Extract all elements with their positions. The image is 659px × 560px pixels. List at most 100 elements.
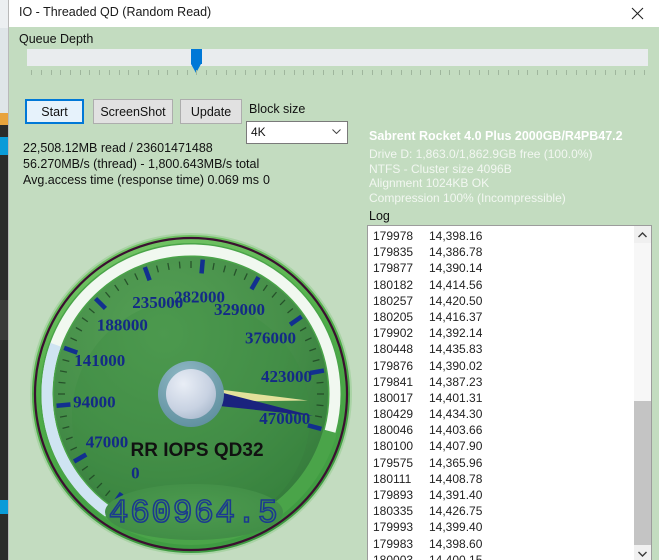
log-row-value: 14,399.40 [429, 519, 482, 535]
log-row-iops: 180046 [373, 422, 429, 438]
log-row-value: 14,400.15 [429, 552, 482, 560]
client-area: Queue Depth Start ScreenShot Update Bloc… [9, 27, 659, 560]
log-row[interactable]: 17989314,391.40 [368, 487, 633, 503]
log-row-iops: 179835 [373, 244, 429, 260]
log-row-iops: 180003 [373, 552, 429, 560]
drive-compression: Compression 100% (Incompressible) [369, 191, 592, 206]
log-rows-container: 17997814,398.1617983514,386.7817987714,3… [368, 228, 633, 560]
log-row-value: 14,386.78 [429, 244, 482, 260]
log-row[interactable]: 18000314,400.15 [368, 552, 633, 560]
gauge-tick-label: 188000 [97, 315, 148, 334]
log-row-value: 14,398.16 [429, 228, 482, 244]
queue-depth-label: Queue Depth [19, 32, 93, 46]
log-row-iops: 179876 [373, 358, 429, 374]
queue-depth-slider[interactable] [27, 49, 648, 83]
log-row-value: 14,391.40 [429, 487, 482, 503]
gauge-minor-tick [179, 262, 180, 269]
log-row-value: 14,407.90 [429, 438, 482, 454]
log-row-value: 14,387.23 [429, 374, 482, 390]
log-row[interactable]: 17999314,399.40 [368, 519, 633, 535]
log-row[interactable]: 17987714,390.14 [368, 260, 633, 276]
log-row-value: 14,392.14 [429, 325, 482, 341]
scroll-thumb[interactable] [634, 401, 651, 545]
log-row-value: 14,426.75 [429, 503, 482, 519]
log-row[interactable]: 18025714,420.50 [368, 293, 633, 309]
block-size-label: Block size [249, 102, 305, 116]
drive-model: Sabrent Rocket 4.0 Plus 2000GB/R4PB47.2 [369, 129, 623, 143]
log-scrollbar[interactable] [633, 226, 651, 560]
log-row-iops: 180335 [373, 503, 429, 519]
log-row-value: 14,416.37 [429, 309, 482, 325]
log-row[interactable]: 18033514,426.75 [368, 503, 633, 519]
drive-details: Drive D: 1,863.0/1,862.9GB free (100.0%)… [369, 147, 592, 205]
gauge-tick-label: 423000 [261, 367, 312, 386]
application-window: IO - Threaded QD (Random Read) Queue Dep… [0, 0, 659, 560]
scroll-down-button[interactable] [634, 545, 651, 560]
slider-tick-marks [27, 70, 648, 78]
log-row-iops: 180429 [373, 406, 429, 422]
log-row[interactable]: 18020514,416.37 [368, 309, 633, 325]
log-row-iops: 180257 [373, 293, 429, 309]
gauge-tick-label: 329000 [214, 300, 265, 319]
log-label: Log [369, 209, 390, 223]
scroll-up-button[interactable] [634, 226, 651, 243]
close-button[interactable] [614, 0, 659, 27]
log-row-value: 14,365.96 [429, 455, 482, 471]
log-row[interactable]: 18001714,401.31 [368, 390, 633, 406]
gauge-tick-label: 0 [131, 464, 140, 483]
log-row[interactable]: 18010014,407.90 [368, 438, 633, 454]
log-row-iops: 179983 [373, 536, 429, 552]
log-row[interactable]: 17997814,398.16 [368, 228, 633, 244]
log-list[interactable]: 17997814,398.1617983514,386.7817987714,3… [367, 225, 652, 560]
stats-line-throughput: 56.270MB/s (thread) - 1,800.643MB/s tota… [23, 156, 259, 172]
io-benchmark-window: IO - Threaded QD (Random Read) Queue Dep… [8, 0, 659, 560]
log-row[interactable]: 18044814,435.83 [368, 341, 633, 357]
gauge-hub [166, 369, 216, 419]
gauge-major-tick [202, 260, 203, 274]
log-row-iops: 180448 [373, 341, 429, 357]
log-row-value: 14,408.78 [429, 471, 482, 487]
slider-track[interactable] [27, 49, 648, 66]
log-row[interactable]: 17984114,387.23 [368, 374, 633, 390]
log-row-iops: 179877 [373, 260, 429, 276]
chevron-up-icon [638, 232, 647, 238]
title-bar: IO - Threaded QD (Random Read) [9, 0, 659, 28]
drive-capacity: Drive D: 1,863.0/1,862.9GB free (100.0%) [369, 147, 592, 162]
log-row-value: 14,403.66 [429, 422, 482, 438]
log-row-value: 14,398.60 [429, 536, 482, 552]
log-row-iops: 179893 [373, 487, 429, 503]
log-row-iops: 179575 [373, 455, 429, 471]
log-row-iops: 179978 [373, 228, 429, 244]
scroll-trough[interactable] [634, 243, 651, 545]
log-row[interactable]: 17987614,390.02 [368, 358, 633, 374]
log-row[interactable]: 17990214,392.14 [368, 325, 633, 341]
log-row[interactable]: 18042914,434.30 [368, 406, 633, 422]
screenshot-button[interactable]: ScreenShot [93, 99, 173, 124]
log-row[interactable]: 18011114,408.78 [368, 471, 633, 487]
log-row[interactable]: 18004614,403.66 [368, 422, 633, 438]
log-row[interactable]: 17957514,365.96 [368, 455, 633, 471]
log-row-iops: 180017 [373, 390, 429, 406]
block-size-select[interactable]: 4K [246, 121, 348, 144]
gauge-minor-tick [59, 382, 66, 383]
log-row-iops: 179902 [373, 325, 429, 341]
log-row-iops: 180100 [373, 438, 429, 454]
stats-block: 22,508.12MB read / 23601471488 56.270MB/… [23, 140, 259, 188]
gauge-dial: 0470009400014100018800023500028200032900… [29, 230, 354, 560]
log-row-iops: 179841 [373, 374, 429, 390]
log-row-value: 14,414.56 [429, 277, 482, 293]
log-row[interactable]: 18018214,414.56 [368, 277, 633, 293]
log-row-iops: 179993 [373, 519, 429, 535]
gauge-minor-tick [317, 382, 324, 383]
drive-filesystem: NTFS - Cluster size 4096B [369, 162, 592, 177]
log-row-value: 14,434.30 [429, 406, 482, 422]
chevron-down-icon [332, 129, 341, 134]
iops-gauge: 0470009400014100018800023500028200032900… [29, 230, 354, 560]
start-button[interactable]: Start [25, 99, 84, 124]
update-button[interactable]: Update [180, 99, 242, 124]
log-row[interactable]: 17998314,398.60 [368, 536, 633, 552]
gauge-major-tick [310, 371, 324, 373]
log-row[interactable]: 17983514,386.78 [368, 244, 633, 260]
stats-access-time-text: Avg.access time (response time) 0.069 ms [23, 173, 259, 187]
gauge-tick-label: 47000 [86, 433, 129, 452]
